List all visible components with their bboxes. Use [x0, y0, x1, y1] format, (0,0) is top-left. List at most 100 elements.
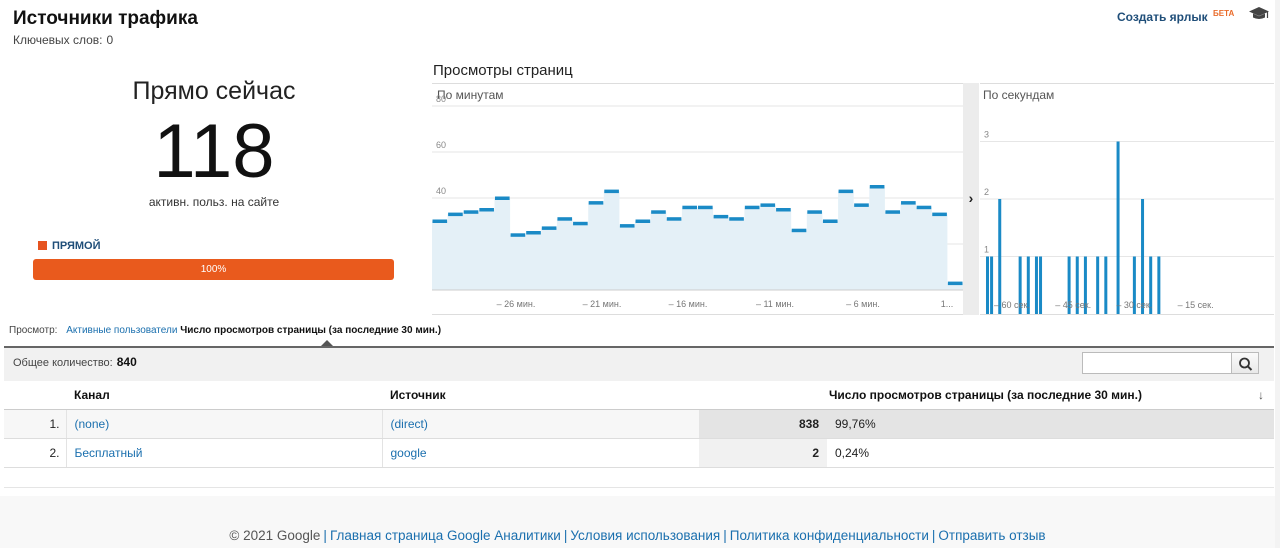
pageviews-title: Просмотры страниц [433, 62, 573, 79]
x-tick-label: – 30 сек. [1116, 300, 1152, 310]
minute-bar [822, 219, 838, 223]
divider [4, 487, 1274, 488]
second-bar [1034, 256, 1038, 314]
minute-bar [432, 219, 448, 223]
total-value: 840 [116, 355, 137, 369]
second-bar [1104, 256, 1108, 314]
y-tick-label: 3 [984, 130, 989, 140]
source-link[interactable]: google [391, 446, 427, 460]
footer-link-terms[interactable]: Условия использования [570, 528, 720, 543]
y-tick-label: 80 [436, 94, 446, 104]
create-shortcut-link[interactable]: Создать ярлык [1117, 10, 1208, 24]
active-users-count: 118 [153, 109, 275, 194]
legend-swatch [38, 241, 47, 250]
direct-share-bar: 100% [33, 259, 394, 280]
pageviews-percent: 99,76% [827, 409, 1274, 439]
x-tick-label: – 16 мин. [669, 299, 708, 309]
x-tick-label: 1... [941, 299, 954, 309]
minute-bar [916, 205, 932, 210]
search-button[interactable] [1231, 352, 1259, 374]
column-pageviews[interactable]: Число просмотров страницы (за последние … [699, 381, 1274, 410]
view-pageviews-option[interactable]: Число просмотров страницы (за последние … [180, 325, 441, 336]
minute-bar [635, 219, 651, 223]
per-second-chart: По секундам 1 2 3 – 60 сек. – 45 сек. – 30 сек… [980, 83, 1274, 315]
y-tick-label: 40 [436, 186, 446, 196]
view-switch: Просмотр: Активные пользователи Число пр… [9, 325, 447, 336]
footer-link-feedback[interactable]: Отправить отзыв [938, 528, 1045, 543]
minute-bar [479, 208, 494, 212]
table-row: 2. Бесплатный google 2 0,24% [4, 438, 1274, 468]
minute-bar [666, 217, 682, 221]
x-tick-label: – 60 сек. [994, 300, 1030, 310]
view-label: Просмотр: [9, 325, 58, 336]
minute-bar [807, 210, 822, 214]
second-bar [1141, 199, 1145, 314]
view-active-users-link[interactable]: Активные пользователи [66, 325, 177, 336]
second-bar [1116, 141, 1120, 314]
minute-bar [526, 231, 541, 235]
keywords-label: Ключевых слов: [13, 33, 103, 47]
chart-label: По секундам [983, 88, 1054, 102]
second-bar [1096, 256, 1100, 314]
row-index: 1. [4, 409, 67, 439]
second-bar [986, 256, 989, 314]
minute-bar [854, 203, 869, 207]
right-now-label: Прямо сейчас [132, 77, 296, 105]
column-source[interactable]: Источник [382, 381, 699, 410]
row-index: 2. [4, 438, 67, 468]
copyright: © 2021 Google [229, 528, 321, 543]
footer-link-home[interactable]: Главная страница Google Аналитики [330, 528, 561, 543]
column-channel[interactable]: Канал [66, 381, 382, 410]
per-minute-chart: По минутам20406080– 26 мин.– 21 мин.– 16… [432, 83, 963, 315]
minute-bar [494, 196, 510, 200]
second-bar [998, 199, 1002, 314]
sources-table: Канал Источник Число просмотров страницы… [4, 381, 1274, 468]
x-tick-label: – 11 мин. [756, 299, 794, 309]
minute-bar [557, 217, 573, 221]
pageviews-percent: 0,24% [827, 438, 1274, 468]
minute-bar [869, 185, 885, 189]
keywords-count: Ключевых слов: 0 [13, 33, 113, 47]
x-tick-label: – 21 мин. [583, 299, 622, 309]
total-count: Общее количество: 840 [13, 355, 137, 369]
minute-bar [510, 233, 526, 237]
search-icon [1239, 357, 1253, 371]
channel-link[interactable]: (none) [75, 417, 110, 431]
minute-bar [838, 189, 854, 194]
active-users-sublabel: активн. польз. на сайте [148, 195, 280, 209]
minute-bar [885, 210, 901, 214]
scrollbar-track[interactable] [1275, 0, 1280, 548]
minute-bar [713, 214, 729, 219]
minute-bar [932, 212, 947, 217]
y-tick-label: 60 [436, 140, 446, 150]
minute-bar [651, 210, 666, 214]
minute-bar [744, 205, 760, 210]
x-tick-label: – 45 сек. [1055, 300, 1091, 310]
source-link[interactable]: (direct) [391, 417, 428, 431]
table-search-input[interactable] [1082, 352, 1232, 374]
minute-bar [619, 224, 635, 228]
sort-desc-icon[interactable]: ↓ [1258, 388, 1264, 402]
table-row: 1. (none) (direct) 838 99,76% [4, 409, 1274, 439]
minute-bar [947, 281, 963, 286]
minute-bar [729, 217, 744, 221]
total-label: Общее количество: [13, 357, 113, 369]
pageviews-value: 838 [699, 409, 827, 439]
graduation-cap-icon[interactable] [1248, 6, 1270, 22]
table-header-row: Канал Источник Число просмотров страницы… [4, 381, 1274, 410]
minute-bar [448, 212, 463, 217]
x-tick-label: – 6 мин. [846, 299, 880, 309]
area-fill [432, 186, 963, 290]
page-title: Источники трафика [13, 8, 198, 29]
legend-direct-label: ПРЯМОЙ [52, 240, 101, 252]
minute-bar [604, 189, 619, 194]
minute-bar [760, 203, 776, 207]
x-tick-label: – 15 сек. [1178, 300, 1214, 310]
channel-link[interactable]: Бесплатный [75, 446, 143, 460]
y-tick-label: 1 [984, 245, 989, 255]
chevron-right-icon[interactable]: › [963, 190, 979, 206]
x-tick-label: – 26 мин. [497, 299, 536, 309]
minute-bar [901, 201, 916, 205]
footer-link-privacy[interactable]: Политика конфиденциальности [730, 528, 929, 543]
minute-bar [541, 226, 557, 230]
